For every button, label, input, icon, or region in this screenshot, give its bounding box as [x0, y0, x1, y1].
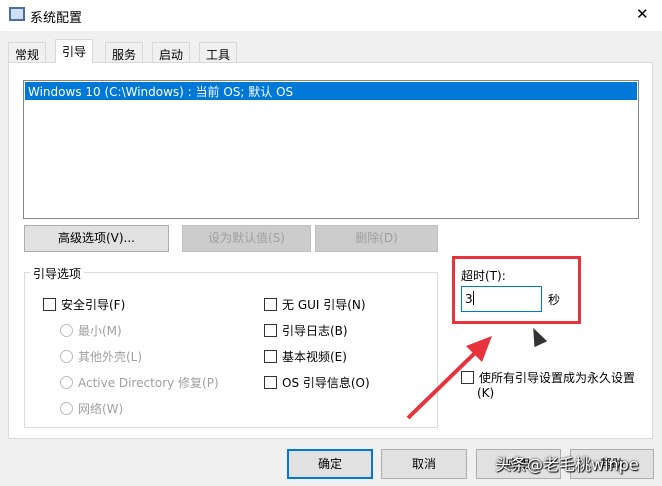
no-gui-checkbox[interactable]: 无 GUI 引导(N) [264, 296, 366, 313]
watermark: 头条@老毛桃winpe [495, 455, 639, 474]
safe-boot-label: 安全引导(F) [61, 298, 126, 312]
os-info-checkbox[interactable]: OS 引导信息(O) [264, 374, 370, 391]
boot-log-checkbox[interactable]: 引导日志(B) [264, 322, 348, 339]
delete-button[interactable]: 删除(D) [315, 225, 438, 252]
checkbox-icon [264, 298, 277, 311]
set-default-button[interactable]: 设为默认值(S) [182, 225, 311, 252]
list-item[interactable]: Windows 10 (C:\Windows) : 当前 OS; 默认 OS [25, 82, 637, 100]
checkbox-icon [43, 298, 56, 311]
os-info-label: OS 引导信息(O) [282, 376, 370, 390]
msconfig-app-icon [9, 7, 25, 21]
advanced-options-button[interactable]: 高级选项(V)... [24, 225, 169, 252]
boot-options-title: 引导选项 [30, 265, 85, 282]
base-video-checkbox[interactable]: 基本视频(E) [264, 348, 347, 365]
checkbox-icon [264, 324, 277, 337]
tab-general[interactable]: 常规 [8, 42, 47, 63]
boot-log-label: 引导日志(B) [282, 324, 348, 338]
close-button[interactable]: ✕ [636, 5, 649, 23]
ad-repair-label: Active Directory 修复(P) [78, 376, 219, 390]
network-radio[interactable]: 网络(W) [60, 400, 123, 417]
tab-boot[interactable]: 引导 [55, 39, 94, 63]
checkbox-icon [461, 371, 474, 384]
title-bar: 系统配置 ✕ [0, 0, 662, 31]
tab-startup[interactable]: 启动 [152, 42, 191, 63]
checkbox-icon [264, 350, 277, 363]
radio-icon [60, 402, 73, 415]
alternate-shell-label: 其他外壳(L) [78, 350, 143, 364]
checkbox-icon [264, 376, 277, 389]
window-title: 系统配置 [30, 11, 83, 26]
radio-icon [60, 324, 73, 337]
permanent-settings-checkbox[interactable]: 使所有引导设置成为永久设置 [461, 369, 635, 386]
minimal-label: 最小(M) [78, 324, 122, 338]
tab-services[interactable]: 服务 [105, 42, 144, 63]
minimal-radio[interactable]: 最小(M) [60, 322, 122, 339]
ad-repair-radio[interactable]: Active Directory 修复(P) [60, 374, 219, 391]
ok-button[interactable]: 确定 [287, 449, 373, 479]
safe-boot-checkbox[interactable]: 安全引导(F) [43, 296, 125, 313]
network-label: 网络(W) [78, 402, 124, 416]
annotation-highlight-box [452, 256, 581, 324]
permanent-settings-key: (K) [477, 386, 495, 400]
radio-icon [60, 350, 73, 363]
base-video-label: 基本视频(E) [282, 350, 347, 364]
permanent-settings-label: 使所有引导设置成为永久设置 [479, 371, 636, 385]
no-gui-label: 无 GUI 引导(N) [282, 298, 366, 312]
boot-os-list[interactable]: Windows 10 (C:\Windows) : 当前 OS; 默认 OS [23, 80, 639, 219]
cancel-button[interactable]: 取消 [381, 449, 467, 479]
radio-icon [60, 376, 73, 389]
tab-tools[interactable]: 工具 [199, 42, 238, 63]
alternate-shell-radio[interactable]: 其他外壳(L) [60, 348, 142, 365]
